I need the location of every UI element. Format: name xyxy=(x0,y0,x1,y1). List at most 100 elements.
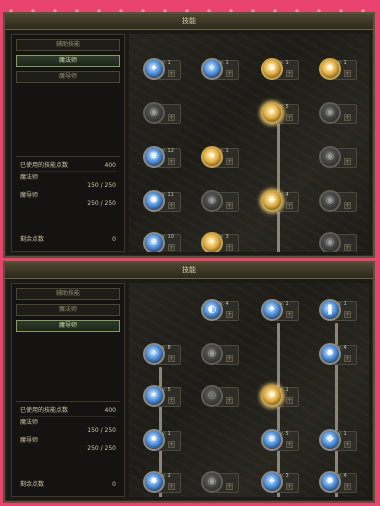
skill-up-button[interactable]: + xyxy=(226,397,233,404)
tab-support-skills[interactable]: 辅助技能 xyxy=(16,288,120,300)
skill-up-button[interactable]: + xyxy=(226,483,233,490)
skill-icon[interactable]: ◎ xyxy=(201,385,223,407)
tab-support-skills[interactable]: 辅助技能 xyxy=(16,39,120,51)
skill-up-button[interactable]: + xyxy=(168,483,175,490)
skill-slot[interactable]: + ◉ xyxy=(201,190,239,214)
skill-slot[interactable]: Lv. 5 + ✵ xyxy=(261,429,299,453)
skill-up-button[interactable]: + xyxy=(344,355,351,362)
skill-slot[interactable]: Lv. 1 + ✹ xyxy=(319,58,357,82)
skill-up-button[interactable]: + xyxy=(168,202,175,209)
skill-icon[interactable]: ✷ xyxy=(201,146,223,168)
skill-icon[interactable]: ✺ xyxy=(143,190,165,212)
skill-slot[interactable]: + ◉ xyxy=(319,102,357,126)
skill-icon[interactable]: ✧ xyxy=(143,343,165,365)
skill-slot[interactable]: Lv. 1 + ✷ xyxy=(143,429,181,453)
skill-slot[interactable]: Lv. 1 + ✦ xyxy=(261,299,299,323)
skill-slot[interactable]: Lv. 8 + ✧ xyxy=(143,343,181,367)
skill-up-button[interactable]: + xyxy=(286,483,293,490)
skill-icon[interactable]: ✺ xyxy=(261,58,283,80)
skill-icon[interactable]: ✧ xyxy=(201,58,223,80)
skill-slot[interactable]: Lv. 5 + ✶ xyxy=(143,385,181,409)
skill-slot[interactable]: + ◉ xyxy=(201,471,239,495)
skill-up-button[interactable]: + xyxy=(226,70,233,77)
skill-icon[interactable]: ✹ xyxy=(319,343,341,365)
skill-up-button[interactable]: + xyxy=(226,202,233,209)
skill-up-button[interactable]: + xyxy=(344,114,351,121)
skill-up-button[interactable]: + xyxy=(286,311,293,318)
skill-up-button[interactable]: + xyxy=(226,244,233,251)
skill-icon[interactable]: ✷ xyxy=(143,429,165,451)
skill-slot[interactable]: + ◉ xyxy=(319,190,357,214)
skill-slot[interactable]: Lv. 4 + ✸ xyxy=(261,190,299,214)
skill-icon[interactable]: ✹ xyxy=(319,471,341,493)
skill-up-button[interactable]: + xyxy=(344,483,351,490)
skill-slot[interactable]: Lv. 3 + ✦ xyxy=(201,232,239,252)
skill-up-button[interactable]: + xyxy=(286,70,293,77)
skill-slot[interactable]: Lv. 1 + ✺ xyxy=(261,385,299,409)
skill-icon[interactable]: ✦ xyxy=(261,299,283,321)
skill-up-button[interactable]: + xyxy=(226,311,233,318)
skill-up-button[interactable]: + xyxy=(168,397,175,404)
skill-up-button[interactable]: + xyxy=(344,441,351,448)
skill-slot[interactable]: + ◉ xyxy=(319,232,357,252)
tab-archmage[interactable]: 魔导师 xyxy=(16,71,120,83)
skill-slot[interactable]: + ◉ xyxy=(319,146,357,170)
skill-up-button[interactable]: + xyxy=(286,202,293,209)
skill-icon[interactable]: ◐ xyxy=(201,299,223,321)
skill-up-button[interactable]: + xyxy=(226,355,233,362)
skill-icon[interactable]: ✦ xyxy=(201,232,223,252)
skill-up-button[interactable]: + xyxy=(168,114,175,121)
skill-icon[interactable]: ◉ xyxy=(201,190,223,212)
skill-slot[interactable]: Lv. 10 + ✵ xyxy=(143,232,181,252)
skill-up-button[interactable]: + xyxy=(344,70,351,77)
skill-icon[interactable]: ✸ xyxy=(261,190,283,212)
skill-icon[interactable]: ✸ xyxy=(143,471,165,493)
skill-up-button[interactable]: + xyxy=(286,114,293,121)
skill-icon[interactable]: ◉ xyxy=(143,102,165,124)
skill-icon[interactable]: ✶ xyxy=(261,102,283,124)
skill-slot[interactable]: Lv. 12 + ❋ xyxy=(143,146,181,170)
skill-up-button[interactable]: + xyxy=(286,397,293,404)
skill-slot[interactable]: Lv. 1 + ✧ xyxy=(201,58,239,82)
skill-slot[interactable]: Lv. 3 + ✦ xyxy=(261,471,299,495)
skill-icon[interactable]: ✶ xyxy=(143,385,165,407)
skill-icon[interactable]: ✵ xyxy=(261,429,283,451)
skill-up-button[interactable]: + xyxy=(168,441,175,448)
skill-icon[interactable]: ✵ xyxy=(143,232,165,252)
skill-slot[interactable]: + ◎ xyxy=(201,385,239,409)
skill-up-button[interactable]: + xyxy=(344,244,351,251)
skill-icon[interactable]: ✦ xyxy=(261,471,283,493)
skill-up-button[interactable]: + xyxy=(344,158,351,165)
skill-up-button[interactable]: + xyxy=(286,441,293,448)
skill-up-button[interactable]: + xyxy=(344,202,351,209)
skill-up-button[interactable]: + xyxy=(168,355,175,362)
skill-slot[interactable]: Lv. 1 + ✷ xyxy=(201,146,239,170)
skill-slot[interactable]: Lv. 5 + ✶ xyxy=(261,102,299,126)
skill-up-button[interactable]: + xyxy=(226,158,233,165)
skill-icon[interactable]: ◉ xyxy=(201,343,223,365)
skill-slot[interactable]: Lv. 1 + ❚ xyxy=(319,299,357,323)
skill-icon[interactable]: ❖ xyxy=(319,429,341,451)
skill-slot[interactable]: + ◉ xyxy=(143,102,181,126)
skill-slot[interactable]: Lv. 11 + ✺ xyxy=(143,190,181,214)
skill-icon[interactable]: ◉ xyxy=(319,190,341,212)
skill-icon[interactable]: ◉ xyxy=(319,146,341,168)
skill-icon[interactable]: ❚ xyxy=(319,299,341,321)
skill-icon[interactable]: ◉ xyxy=(319,232,341,252)
skill-icon[interactable]: ✹ xyxy=(319,58,341,80)
skill-icon[interactable]: ◉ xyxy=(201,471,223,493)
skill-slot[interactable]: Lv. 4 + ✹ xyxy=(319,471,357,495)
skill-icon[interactable]: ❋ xyxy=(143,146,165,168)
tab-mage[interactable]: 魔法师 xyxy=(16,55,120,67)
skill-icon[interactable]: ✺ xyxy=(261,385,283,407)
skill-slot[interactable]: Lv. 1 + ✦ xyxy=(143,58,181,82)
skill-slot[interactable]: Lv. 4 + ◐ xyxy=(201,299,239,323)
skill-up-button[interactable]: + xyxy=(168,244,175,251)
skill-up-button[interactable]: + xyxy=(168,158,175,165)
skill-slot[interactable]: Lv. 1 + ✺ xyxy=(261,58,299,82)
tab-archmage[interactable]: 魔导师 xyxy=(16,320,120,332)
skill-icon[interactable]: ◉ xyxy=(319,102,341,124)
skill-up-button[interactable]: + xyxy=(344,311,351,318)
skill-slot[interactable]: Lv. 4 + ✹ xyxy=(319,343,357,367)
tab-mage[interactable]: 魔法师 xyxy=(16,304,120,316)
